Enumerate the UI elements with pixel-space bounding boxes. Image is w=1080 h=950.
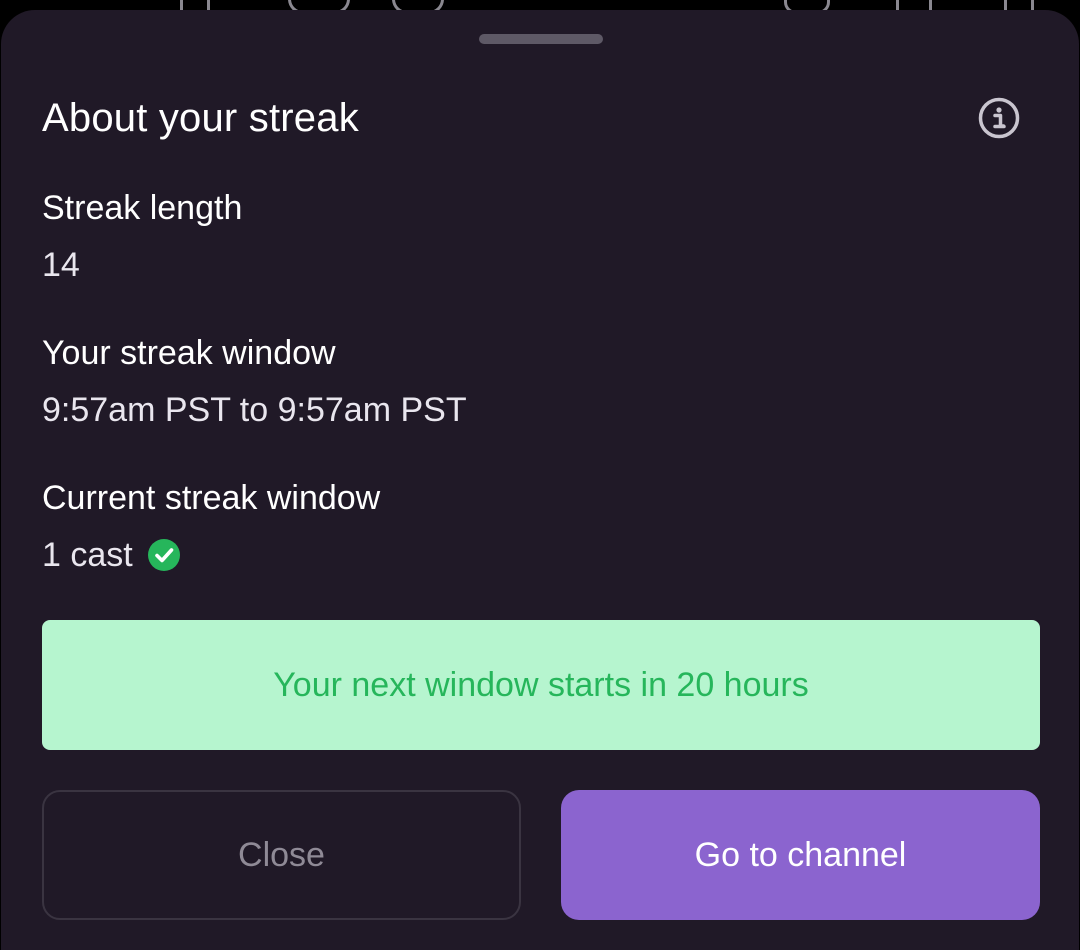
streak-window-label: Your streak window (42, 334, 336, 372)
sheet-title: About your streak (42, 96, 359, 140)
streak-window-value: 9:57am PST to 9:57am PST (42, 391, 467, 429)
current-window-row: 1 cast (42, 535, 181, 575)
streak-length-label: Streak length (42, 189, 243, 227)
info-circle-icon[interactable] (977, 96, 1021, 140)
streak-length-value: 14 (42, 246, 80, 284)
go-to-channel-button[interactable]: Go to channel (561, 790, 1040, 920)
drag-handle[interactable] (479, 34, 603, 44)
next-window-text: Your next window starts in 20 hours (273, 665, 809, 704)
check-circle-icon (147, 539, 180, 571)
close-button[interactable]: Close (42, 790, 521, 920)
current-window-label: Current streak window (42, 479, 381, 517)
next-window-notice: Your next window starts in 20 hours (42, 620, 1040, 750)
current-window-value: 1 cast (42, 536, 133, 574)
streak-bottom-sheet: About your streak Streak length 14 Your … (1, 10, 1079, 950)
close-button-label: Close (238, 835, 325, 874)
go-to-channel-label: Go to channel (694, 835, 907, 874)
